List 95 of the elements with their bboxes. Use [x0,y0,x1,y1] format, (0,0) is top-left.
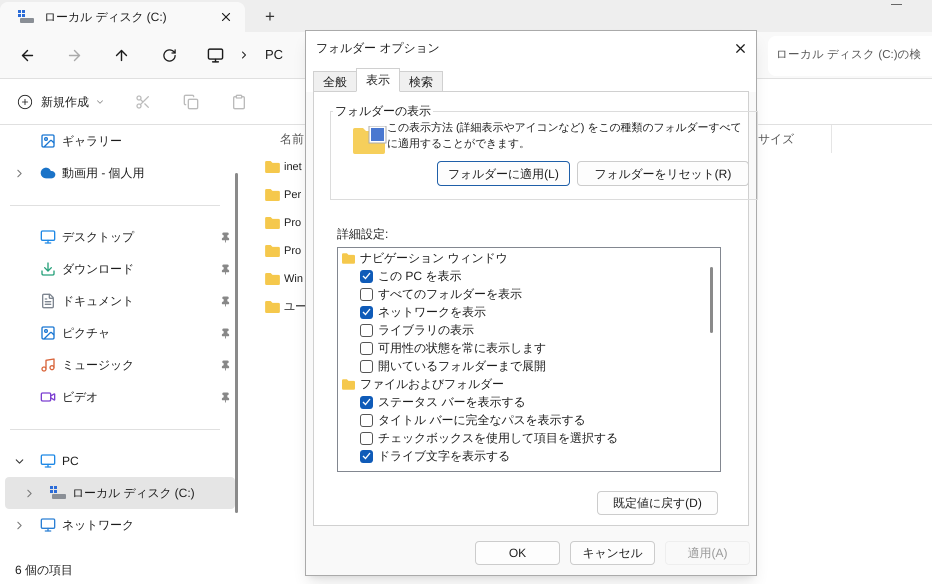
folder-icon [265,189,280,201]
monitor-icon[interactable] [207,46,224,64]
setting-label[interactable]: ネットワークを表示 [378,303,486,321]
advanced-settings-label: 詳細設定: [337,226,390,243]
sidebar-item[interactable]: ギャラリー [5,125,235,157]
sidebar-item[interactable]: ローカル ディスク (C:) [5,477,235,509]
folder-icon [265,273,280,285]
sidebar-label: 動画用 - 個人用 [62,165,145,182]
folder-icon [265,245,280,257]
checkbox[interactable] [360,432,373,444]
dialog-tab[interactable]: 表示 [356,68,400,92]
drive-icon [50,486,66,500]
sidebar-item[interactable]: ピクチャ [5,317,235,349]
sidebar-label: ローカル ディスク (C:) [72,485,195,502]
folder-icon [265,161,280,173]
file-name[interactable]: ユー [284,298,306,316]
file-name[interactable]: Per [284,186,302,204]
setting-label[interactable]: この PC を表示 [378,267,462,285]
gallery-icon [40,133,56,149]
sidebar-item[interactable]: ミュージック [5,349,235,381]
sidebar-label: デスクトップ [62,229,134,246]
sidebar-label: PC [62,453,79,470]
group-label: フォルダーの表示 [334,103,432,120]
file-name[interactable]: Win [284,270,303,288]
close-icon[interactable] [219,10,233,24]
plus-icon [17,94,33,110]
new-button[interactable]: 新規作成 [17,92,105,110]
checkbox[interactable] [360,288,373,300]
minimize-icon[interactable] [891,4,902,6]
sidebar-label: ダウンロード [62,261,134,278]
download-icon [40,261,56,277]
dialog-button[interactable]: OK [475,541,560,565]
sidebar-item[interactable]: ドキュメント [5,285,235,317]
dialog-tab[interactable]: 検索 [399,71,443,92]
setting-label[interactable]: タイトル バーに完全なパスを表示する [378,411,586,429]
folder-view-icon [353,126,387,154]
setting-label[interactable]: ドライブ文字を表示する [378,447,510,465]
breadcrumb[interactable]: PC [265,45,284,65]
sidebar-label: ギャラリー [62,133,122,150]
checkbox[interactable] [360,360,373,372]
sidebar-label: ピクチャ [62,325,110,342]
sidebar-label: ビデオ [62,389,98,406]
setting-label[interactable]: 開いているフォルダーまで展開 [378,357,546,375]
music-icon [40,357,56,373]
search-field[interactable]: ローカル ディスク (C:)の検 [768,36,932,76]
sidebar-item[interactable]: 動画用 - 個人用 [5,157,235,189]
settings-group[interactable]: ファイルおよびフォルダー [360,375,504,393]
checkbox[interactable] [360,270,373,282]
status-text: 6 個の項目 [15,562,74,579]
sidebar-label: ミュージック [62,357,134,374]
sidebar-item[interactable]: デスクトップ [5,221,235,253]
sidebar-item[interactable]: ビデオ [5,381,235,413]
window-tab[interactable]: ローカル ディスク (C:) [0,2,245,32]
scrollbar[interactable] [235,173,238,513]
setting-label[interactable]: ライブラリの表示 [378,321,474,339]
drive-icon [18,10,34,24]
setting-label[interactable]: すべてのフォルダーを表示 [378,285,522,303]
monitor-icon [40,453,56,469]
checkbox[interactable] [360,414,373,426]
folder-icon [342,378,355,390]
new-tab-button[interactable]: + [245,2,295,32]
checkbox[interactable] [360,450,373,462]
checkbox[interactable] [360,396,373,408]
setting-label[interactable]: 可用性の状態を常に表示します [378,339,546,357]
settings-group[interactable]: ナビゲーション ウィンドウ [360,249,508,267]
sidebar-item[interactable]: ダウンロード [5,253,235,285]
checkbox[interactable] [360,342,373,354]
tab-title: ローカル ディスク (C:) [44,9,167,26]
cloud-icon [40,165,56,181]
picture-icon [40,325,56,341]
folder-icon [265,301,280,313]
setting-label[interactable]: ステータス バーを表示する [378,393,526,411]
checkbox[interactable] [360,324,373,336]
sidebar-label: ネットワーク [62,517,134,534]
dialog-tab[interactable]: 全般 [313,71,357,92]
dialog-button[interactable]: キャンセル [570,541,655,565]
file-name[interactable]: Pro [284,242,302,260]
document-icon [40,293,56,309]
dialog-title: フォルダー オプション [316,40,440,57]
dialog-button[interactable]: フォルダーに適用(L) [437,161,570,186]
folder-icon [342,252,355,264]
sidebar-item[interactable]: PC [5,445,235,477]
setting-label[interactable]: チェックボックスを使用して項目を選択する [378,429,618,447]
sidebar-label: ドキュメント [62,293,134,310]
file-name[interactable]: inet [284,158,302,176]
desktop-icon [40,229,56,245]
file-name[interactable]: Pro [284,214,302,232]
checkbox[interactable] [360,306,373,318]
folder-view-description: この表示方法 (詳細表示やアイコンなど) をこの種類のフォルダーすべてに適用することができます。 [387,120,742,152]
sidebar-item[interactable]: ネットワーク [5,509,235,541]
scrollbar[interactable] [710,267,713,333]
restore-defaults-button[interactable]: 既定値に戻す(D) [597,491,718,515]
dialog-button[interactable]: フォルダーをリセット(R) [577,161,749,186]
refresh-icon[interactable] [162,48,177,62]
folder-icon [265,217,280,229]
